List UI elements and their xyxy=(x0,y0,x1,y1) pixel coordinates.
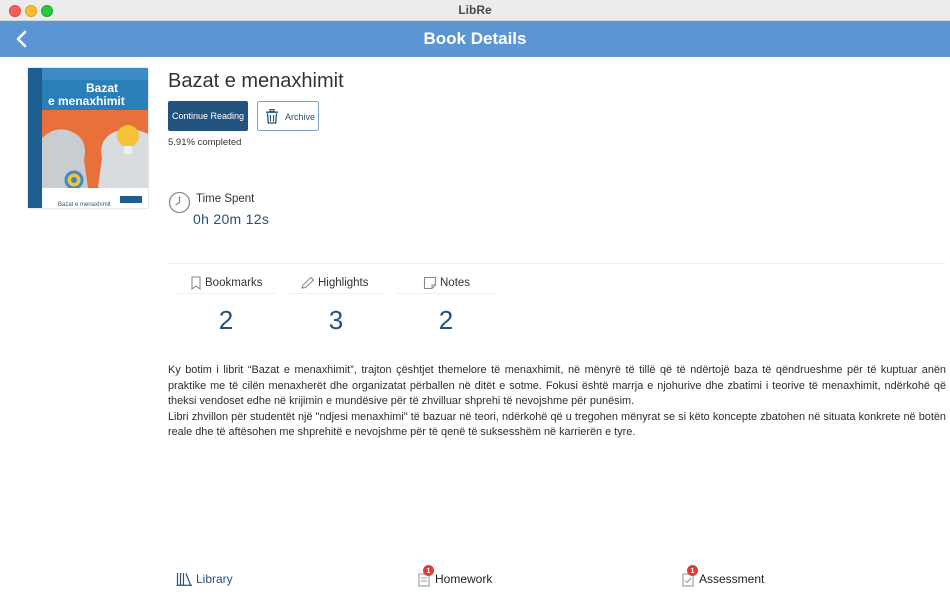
top-header: Book Details xyxy=(0,21,950,57)
reading-progress-text: 5.91% completed xyxy=(168,137,242,148)
tab-assessment-label: Assessment xyxy=(699,572,765,586)
archive-label: Archive xyxy=(285,112,316,122)
trash-icon xyxy=(266,109,278,124)
note-icon xyxy=(423,276,437,290)
archive-button[interactable]: Archive xyxy=(257,101,319,131)
cover-logo-text: Bazat e menaxhimit xyxy=(58,202,111,208)
book-cover: Bazat e menaxhimit Bazat e menaxhimit xyxy=(28,68,148,208)
cover-title-line2: e menaxhimit xyxy=(48,94,125,108)
highlights-stat-header: Highlights xyxy=(286,272,386,294)
assessment-badge: 1 xyxy=(687,565,698,576)
notes-label: Notes xyxy=(440,277,471,289)
library-icon xyxy=(176,573,192,586)
description-paragraph-1: Ky botim i librit “Bazat e menaxhimit”, … xyxy=(168,364,946,408)
notes-count: 2 xyxy=(438,305,454,335)
bookmark-icon xyxy=(191,276,201,290)
time-spent-label: Time Spent xyxy=(196,193,255,205)
notes-stat-header: Notes xyxy=(396,272,496,294)
book-title: Bazat e menaxhimit xyxy=(168,70,344,92)
tab-assessment[interactable]: 1 Assessment xyxy=(682,565,782,590)
highlights-count: 3 xyxy=(328,305,344,335)
cover-title-line1: Bazat xyxy=(86,81,119,95)
tab-homework-label: Homework xyxy=(435,572,493,586)
continue-reading-button[interactable]: Continue Reading xyxy=(168,101,248,131)
window-title: LibRe xyxy=(458,3,492,17)
description-paragraph-2: Libri zhvillon për studentët një "ndjesi… xyxy=(168,410,946,439)
clock-icon xyxy=(168,191,191,214)
page-title: Book Details xyxy=(423,29,527,48)
bookmarks-stat-header: Bookmarks xyxy=(176,272,276,294)
time-spent-value: 0h 20m 12s xyxy=(193,211,270,227)
tab-homework[interactable]: 1 Homework xyxy=(418,565,508,590)
app-window: LibRe Book Details Bazat e menaxhimit Ba… xyxy=(0,0,950,594)
pencil-icon xyxy=(301,276,315,289)
highlights-label: Highlights xyxy=(318,277,369,289)
homework-badge: 1 xyxy=(423,565,434,576)
window-titlebar: LibRe xyxy=(0,0,950,21)
bookmarks-label: Bookmarks xyxy=(205,277,263,289)
bookmarks-count: 2 xyxy=(218,305,234,335)
book-description: Ky botim i librit “Bazat e menaxhimit”, … xyxy=(168,363,946,441)
section-divider xyxy=(168,263,946,264)
bottom-tab-bar: Library 1 Homework 1 Assessment xyxy=(0,564,950,594)
tab-library-label: Library xyxy=(196,572,233,586)
tab-library[interactable]: Library xyxy=(176,570,246,590)
